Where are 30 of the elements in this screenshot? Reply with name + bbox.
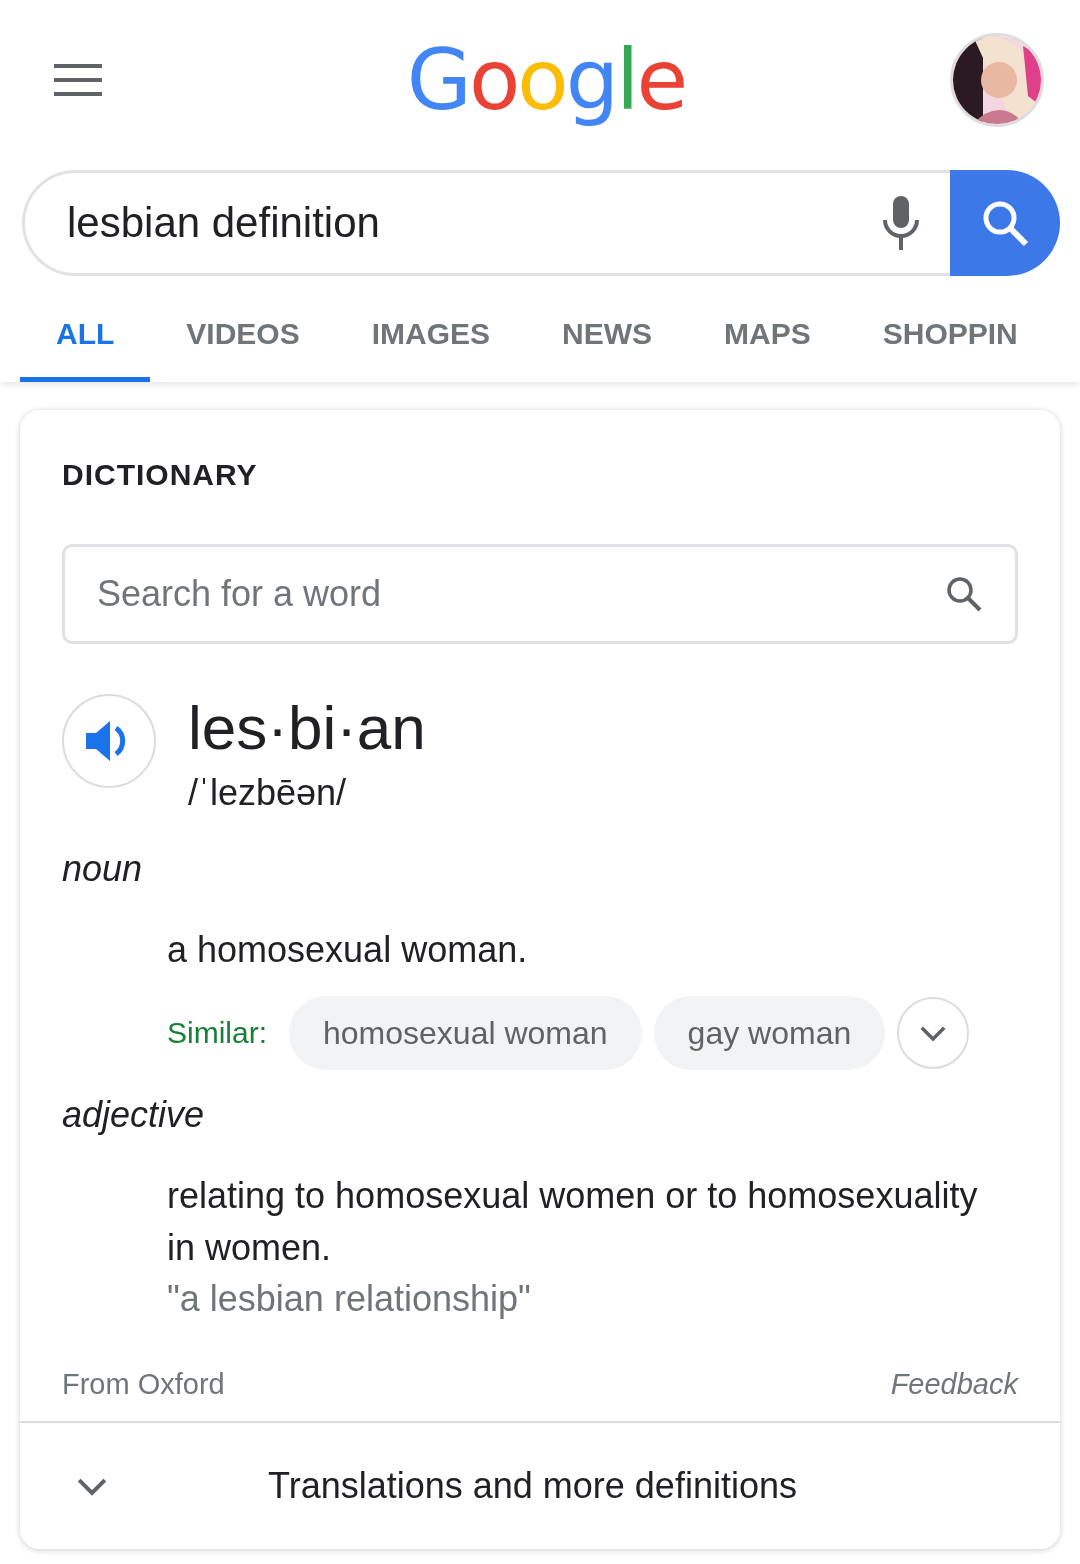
card-heading: DICTIONARY — [62, 458, 259, 492]
search-button[interactable] — [950, 170, 1060, 276]
search-field[interactable]: lesbian definition — [22, 170, 950, 276]
tab[interactable]: VIDEOS — [150, 290, 336, 382]
definition: a homosexual woman. — [167, 928, 529, 973]
search-icon — [981, 199, 1029, 247]
synonym-chip[interactable]: homosexual woman — [289, 996, 642, 1071]
part-of-speech: noun — [62, 848, 144, 891]
tab[interactable]: ALL — [20, 290, 151, 382]
word-search-field[interactable]: Search for a word — [62, 544, 1018, 644]
definition: relating to homosexual women or to homosexuality in women. — [167, 1174, 979, 1271]
tab[interactable]: NEWS — [526, 290, 689, 382]
chevron-down-icon — [919, 1024, 948, 1042]
similar-label: Similar: — [167, 1016, 267, 1051]
pronunciation: /ˈlezbēən/ — [188, 772, 348, 815]
part-of-speech: adjective — [62, 1094, 206, 1137]
chevron-down-icon — [76, 1476, 108, 1496]
search-icon[interactable] — [946, 576, 982, 612]
tab[interactable]: MAPS — [688, 290, 847, 382]
google-logo: Google — [406, 31, 686, 129]
synonym-chip[interactable]: gay woman — [653, 996, 886, 1071]
tab[interactable]: IMAGES — [335, 290, 527, 382]
example-sentence: "a lesbian relationship" — [167, 1278, 532, 1321]
menu-icon[interactable] — [54, 64, 102, 96]
source-text: From Oxford — [62, 1368, 225, 1402]
more-definitions-button[interactable]: Translations and more definitions — [20, 1421, 1060, 1550]
tab[interactable]: SHOPPIN — [846, 290, 1054, 382]
headword: les·bi·an — [188, 694, 426, 763]
feedback-link[interactable]: Feedback — [890, 1368, 1018, 1402]
microphone-icon[interactable] — [882, 196, 920, 250]
